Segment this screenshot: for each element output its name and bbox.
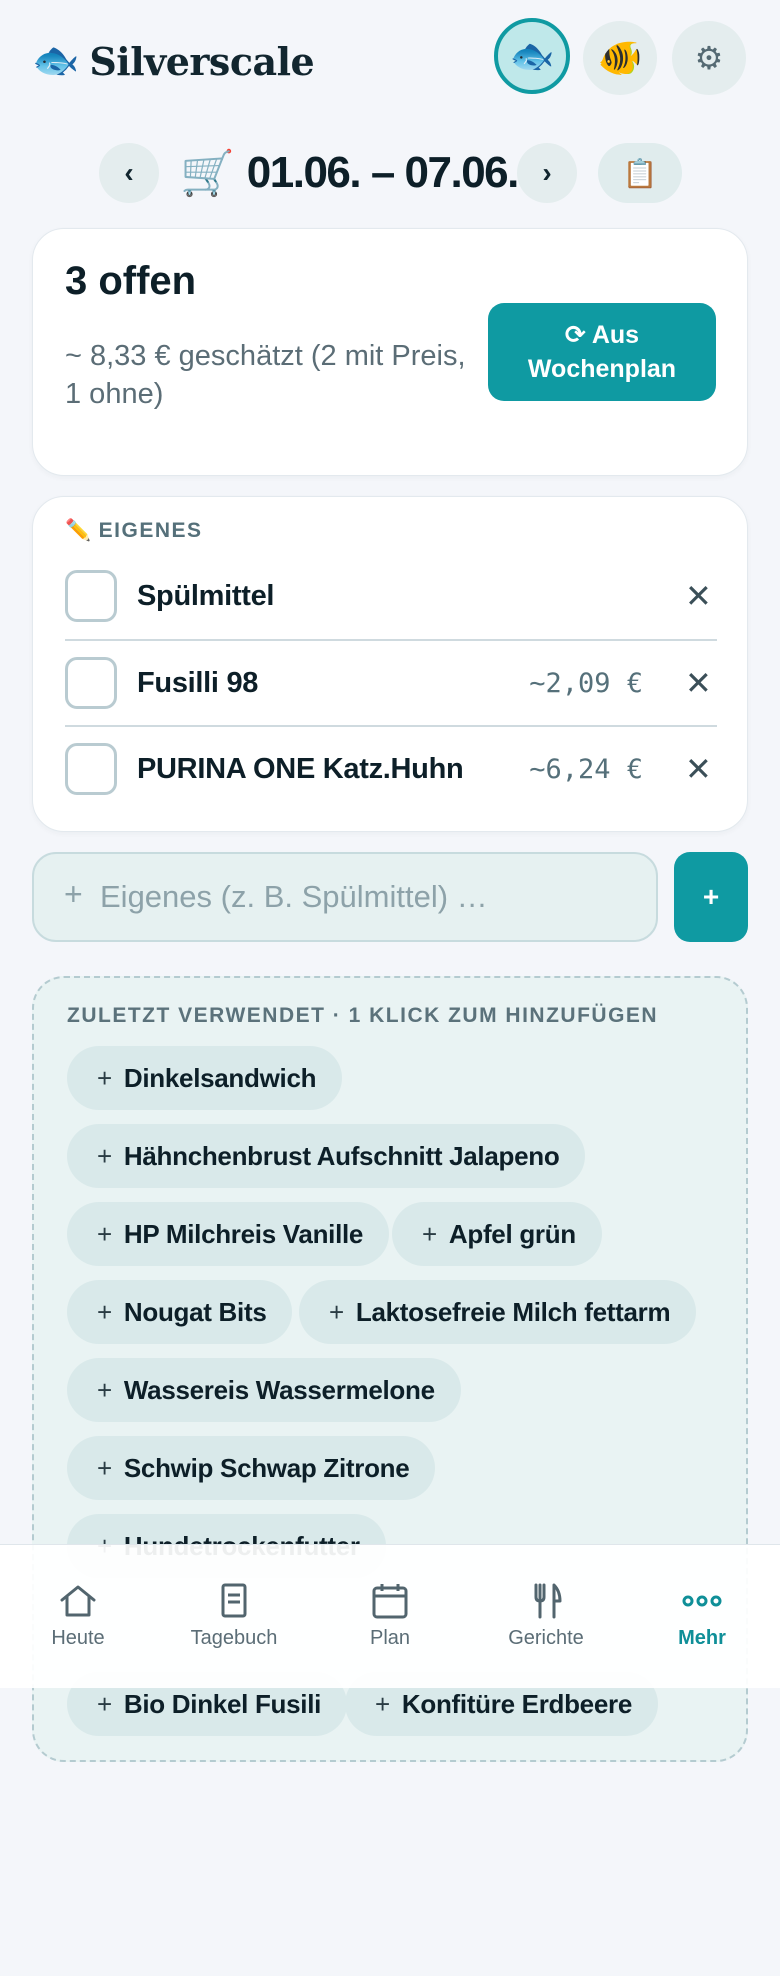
plus-icon: + bbox=[97, 1374, 112, 1405]
chip-label: HP Milchreis Vanille bbox=[123, 1218, 364, 1249]
nav-label: Gerichte bbox=[508, 1627, 584, 1649]
close-icon[interactable]: ✕ bbox=[685, 664, 712, 702]
nav-label: Heute bbox=[51, 1627, 105, 1649]
open-count: 3 offen bbox=[65, 259, 197, 303]
item-name: Spülmittel bbox=[137, 579, 275, 612]
recent-chip[interactable]: + Wassereis Wassermelone bbox=[67, 1358, 461, 1422]
from-weekplan-button[interactable]: ⟳ Aus Wochenplan bbox=[488, 303, 716, 401]
app-name: Silverscale bbox=[89, 38, 315, 84]
chip-label: Nougat Bits bbox=[123, 1296, 267, 1327]
fork-knife-icon bbox=[534, 1583, 562, 1619]
add-item-button[interactable]: + bbox=[674, 852, 748, 942]
clipboard-icon: 📋 bbox=[622, 157, 658, 189]
plus-icon: + bbox=[97, 1452, 112, 1483]
journal-icon bbox=[221, 1583, 247, 1618]
home-icon bbox=[60, 1585, 96, 1617]
brand[interactable]: 🐟 Silverscale bbox=[32, 36, 315, 86]
nav-item-mehr[interactable]: Mehr bbox=[624, 1545, 780, 1689]
gear-icon: ⚙ bbox=[694, 40, 724, 76]
item-name: Fusilli 98 bbox=[137, 666, 259, 699]
plus-icon: + bbox=[97, 1140, 112, 1171]
plus-icon: + bbox=[375, 1688, 390, 1719]
chevron-left-icon: ‹ bbox=[124, 157, 134, 188]
chip-label: Apfel grün bbox=[448, 1218, 576, 1249]
own-items-card: ✏️ EIGENES Spülmittel ✕ Fusilli 98 ~2,09… bbox=[32, 496, 748, 832]
more-dots-icon bbox=[682, 1595, 722, 1607]
chip-label: Wassereis Wassermelone bbox=[123, 1374, 435, 1405]
plus-icon: + bbox=[329, 1296, 344, 1327]
nav-label: Tagebuch bbox=[190, 1627, 278, 1649]
recent-chip[interactable]: + Apfel grün bbox=[392, 1202, 602, 1266]
calendar-icon bbox=[372, 1584, 408, 1619]
recent-chip[interactable]: + Hähnchenbrust Aufschnitt Jalapeno bbox=[67, 1124, 586, 1188]
recent-chip[interactable]: + Schwip Schwap Zitrone bbox=[67, 1436, 436, 1500]
plus-icon: + bbox=[422, 1218, 437, 1249]
nav-label: Plan bbox=[369, 1627, 411, 1649]
close-icon[interactable]: ✕ bbox=[685, 750, 712, 788]
previous-week-button[interactable]: ‹ bbox=[99, 143, 159, 203]
list-item: PURINA ONE Katz.Huhn ~6,24 € ✕ bbox=[65, 725, 717, 811]
tropical-fish-mode-button[interactable]: 🐠 bbox=[583, 21, 657, 95]
plus-icon: + bbox=[97, 1218, 112, 1249]
pencil-icon: ✏️ bbox=[65, 519, 93, 542]
week-title: 🛒 01.06. – 07.06. bbox=[180, 142, 520, 204]
plus-icon: + bbox=[64, 876, 83, 912]
list-item: Spülmittel ✕ bbox=[65, 553, 717, 639]
item-checkbox[interactable] bbox=[65, 657, 117, 709]
cost-estimate: ~ 8,33 € geschätzt (2 mit Preis, 1 ohne) bbox=[65, 340, 466, 410]
chip-label: Schwip Schwap Zitrone bbox=[123, 1452, 410, 1483]
tropical-fish-icon: 🐠 bbox=[597, 37, 643, 78]
chip-label: Bio Dinkel Fusili bbox=[123, 1688, 322, 1719]
recent-chip[interactable]: + Laktosefreie Milch fettarm bbox=[299, 1280, 697, 1344]
nav-label: Mehr bbox=[678, 1627, 726, 1649]
item-checkbox[interactable] bbox=[65, 570, 117, 622]
bottom-navigation: Heute Tagebuch Plan Gerichte Mehr bbox=[0, 1544, 780, 1688]
chip-label: Dinkelsandwich bbox=[123, 1062, 317, 1093]
next-week-button[interactable]: › bbox=[517, 143, 577, 203]
recent-chip[interactable]: + HP Milchreis Vanille bbox=[67, 1202, 390, 1266]
list-item: Fusilli 98 ~2,09 € ✕ bbox=[65, 639, 717, 725]
recent-chip[interactable]: + Nougat Bits bbox=[67, 1280, 293, 1344]
fish-icon: 🐟 bbox=[32, 40, 80, 82]
plus-icon: + bbox=[97, 1062, 112, 1093]
close-icon[interactable]: ✕ bbox=[685, 577, 712, 615]
copy-list-button[interactable]: 📋 bbox=[598, 143, 682, 203]
fish-mode-button[interactable]: 🐟 bbox=[494, 18, 570, 94]
own-items-label-text: EIGENES bbox=[98, 519, 203, 542]
chip-label: Konfitüre Erdbeere bbox=[401, 1688, 632, 1719]
week-navigation: ‹ 🛒 01.06. – 07.06. › 📋 bbox=[0, 142, 780, 204]
chip-label: Laktosefreie Milch fettarm bbox=[355, 1296, 671, 1327]
item-price: ~6,24 € bbox=[529, 753, 643, 785]
nav-item-tagebuch[interactable]: Tagebuch bbox=[156, 1545, 312, 1689]
app-header: 🐟 Silverscale 🐟 🐠 ⚙ bbox=[0, 0, 780, 120]
fish-icon: 🐟 bbox=[509, 35, 555, 76]
own-items-label: ✏️ EIGENES bbox=[65, 519, 203, 543]
recent-chip[interactable]: + Dinkelsandwich bbox=[67, 1046, 343, 1110]
summary-card: 3 offen ~ 8,33 € geschätzt (2 mit Preis,… bbox=[32, 228, 748, 476]
cart-icon: 🛒 bbox=[180, 149, 235, 198]
chevron-right-icon: › bbox=[542, 157, 552, 188]
add-item-input[interactable] bbox=[32, 852, 658, 942]
plus-icon: + bbox=[97, 1296, 112, 1327]
week-range: 01.06. – 07.06. bbox=[246, 148, 520, 197]
item-name: PURINA ONE Katz.Huhn bbox=[137, 752, 464, 785]
nav-item-gerichte[interactable]: Gerichte bbox=[468, 1545, 624, 1689]
plus-icon: + bbox=[97, 1688, 112, 1719]
add-item-row: + + bbox=[32, 852, 748, 942]
recent-items-label: ZULETZT VERWENDET · 1 KLICK ZUM HINZUFÜG… bbox=[67, 1004, 659, 1027]
settings-button[interactable]: ⚙ bbox=[672, 21, 746, 95]
nav-item-heute[interactable]: Heute bbox=[0, 1545, 156, 1689]
item-price: ~2,09 € bbox=[529, 667, 643, 699]
nav-item-plan[interactable]: Plan bbox=[312, 1545, 468, 1689]
chip-label: Hähnchenbrust Aufschnitt Jalapeno bbox=[123, 1140, 560, 1171]
item-checkbox[interactable] bbox=[65, 743, 117, 795]
